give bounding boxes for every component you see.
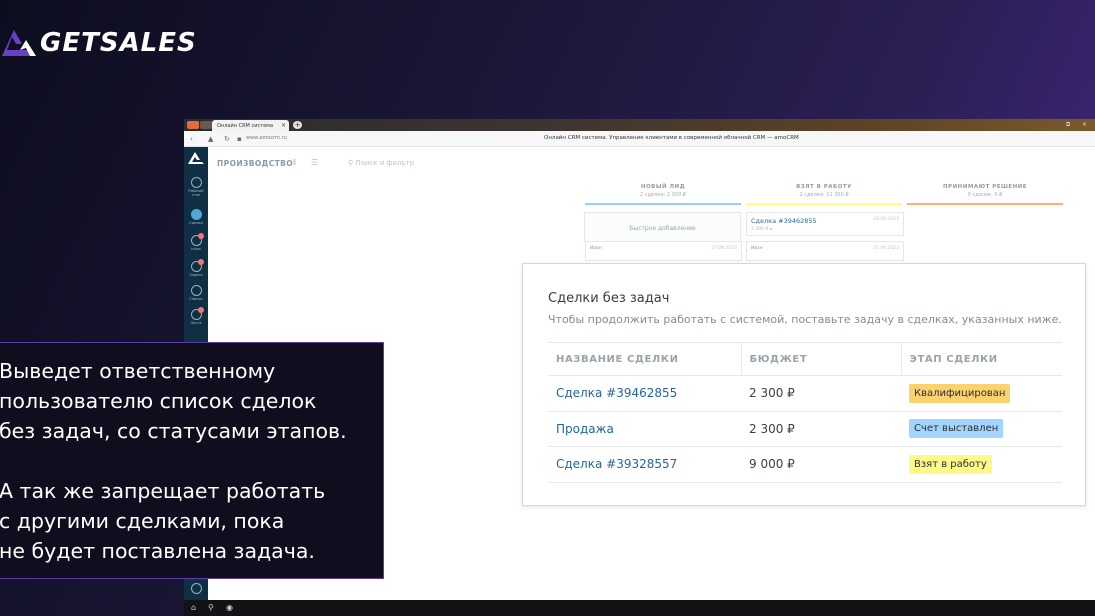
stage-badge: Взят в работу	[909, 454, 992, 474]
amocrm-logo-icon	[188, 152, 204, 164]
tab-close-icon[interactable]: ×	[281, 122, 286, 129]
table-header-row: НАЗВАНИЕ СДЕЛКИ БЮДЖЕТ ЭТАП СДЕЛКИ	[548, 342, 1062, 376]
table-row: Сделка #39328557 9 000 ₽ Взят в работу	[548, 446, 1062, 483]
notification-badge	[198, 233, 204, 239]
browser-tab-bar: Онлайн CRM система × + ⧉ ×	[184, 119, 1095, 131]
getsales-mark-icon	[2, 30, 36, 56]
restore-window-icon[interactable]: ⧉	[1066, 121, 1070, 129]
table-row: Продажа 2 300 ₽ Счет выставлен	[548, 411, 1062, 447]
deals-table: НАЗВАНИЕ СДЕЛКИ БЮДЖЕТ ЭТАП СДЕЛКИ Сделк…	[548, 342, 1062, 483]
reload-icon[interactable]: ↻	[224, 135, 230, 143]
list-view-icon[interactable]: ☰	[311, 158, 318, 167]
stage-color-bar	[907, 203, 1063, 205]
pipeline-header: ПРОИЗВОДСТВО ⫴ ☰ ⚲ Поиск и фильтр	[208, 147, 1095, 179]
site-icon: ▲	[208, 135, 214, 143]
deal-card-sum: 2 300 ₽ ◂	[751, 227, 772, 232]
pipeline-title[interactable]: ПРОИЗВОДСТВО	[217, 159, 293, 168]
deal-card-user: Иван	[590, 246, 602, 251]
stage-badge: Квалифицирован	[909, 383, 1011, 403]
browser-sidebar-icon[interactable]	[200, 121, 212, 129]
deals-icon	[190, 209, 202, 220]
kanban-view-icon[interactable]: ⫴	[293, 158, 296, 168]
deal-link[interactable]: Продажа	[556, 422, 614, 436]
support-icon	[190, 583, 202, 594]
getsales-logo: GETSALES	[0, 26, 197, 60]
deal-link[interactable]: Сделка #39328557	[556, 457, 677, 471]
notification-badge	[198, 259, 204, 265]
search-input[interactable]: ⚲ Поиск и фильтр	[348, 159, 414, 167]
sidebar-item-inbox[interactable]: Inbox	[184, 233, 208, 251]
notification-badge	[198, 307, 204, 313]
dashboard-icon	[190, 177, 202, 188]
column-header-stage: ЭТАП СДЕЛКИ	[901, 342, 1062, 376]
quick-add-button[interactable]: Быстрое добавление	[584, 212, 741, 242]
deal-budget: 2 300 ₽	[749, 386, 795, 401]
address-bar: ‹ ▲ ↻ ▪ www.amocrm.ru Онлайн CRM система…	[184, 131, 1095, 147]
deal-card-date: 27.09.2023	[711, 246, 737, 251]
page-title: Онлайн CRM система. Управление клиентами…	[544, 135, 799, 141]
callout-paragraph: Выведет ответственному пользователю спис…	[0, 359, 347, 443]
search-icon[interactable]: ⚲	[208, 603, 214, 612]
deal-card-date: 28.09.2023	[873, 217, 899, 222]
tab-title: Онлайн CRM система	[217, 123, 274, 129]
new-tab-button[interactable]: +	[293, 121, 302, 129]
deal-card[interactable]: Сделка #39462855 28.09.2023 2 300 ₽ ◂	[746, 212, 904, 236]
sidebar-item-tasks[interactable]: Задачи	[184, 259, 208, 277]
deal-budget: 9 000 ₽	[749, 457, 795, 472]
stage-color-bar	[746, 203, 902, 205]
deal-budget: 2 300 ₽	[749, 421, 795, 436]
table-row: Сделка #39462855 2 300 ₽ Квалифицирован	[548, 375, 1062, 412]
callout-paragraph: А так же запрещает работать с другими сд…	[0, 479, 326, 563]
deal-card[interactable]: Иван 27.09.2023	[585, 241, 742, 261]
browser-app-icon[interactable]: ◉	[226, 603, 233, 612]
deal-link[interactable]: Сделка #39462855	[556, 386, 677, 400]
sidebar-item-support[interactable]	[184, 583, 208, 594]
close-window-icon[interactable]: ×	[1082, 121, 1087, 128]
stage-badge: Счет выставлен	[909, 419, 1004, 439]
lock-icon: ▪	[237, 135, 242, 143]
back-icon[interactable]: ‹	[190, 135, 193, 143]
modal-description: Чтобы продолжить работать с системой, по…	[548, 313, 1062, 326]
feature-callout: Выведет ответственному пользователю спис…	[0, 342, 384, 579]
stage-column-new-lead: НОВЫЙ ЛИД 2 сделки: 2 300 ₽	[585, 184, 741, 205]
sidebar-item-deals[interactable]: Сделки	[184, 209, 208, 225]
os-taskbar: ⌂ ⚲ ◉	[184, 600, 1095, 616]
modal-title: Сделки без задач	[548, 291, 670, 306]
column-header-deal-name: НАЗВАНИЕ СДЕЛКИ	[548, 342, 742, 376]
sidebar-item-lists[interactable]: Списки	[184, 285, 208, 301]
column-header-budget: БЮДЖЕТ	[741, 342, 902, 376]
deals-without-tasks-modal: Сделки без задач Чтобы продолжить работа…	[522, 263, 1086, 506]
deal-card-title: Сделка #39462855	[751, 217, 817, 225]
start-icon[interactable]: ⌂	[191, 603, 196, 612]
url-field[interactable]: www.amocrm.ru	[246, 135, 287, 141]
deal-card[interactable]: Иван 27.09.2023	[746, 241, 904, 261]
sidebar-item-mail[interactable]: Почта	[184, 307, 208, 325]
lists-icon	[190, 285, 202, 296]
stage-column-decision: ПРИНИМАЮТ РЕШЕНИЕ 0 сделок: 0 ₽	[907, 184, 1063, 205]
deal-card-date: 27.09.2023	[873, 246, 899, 251]
stage-column-in-work: ВЗЯТ В РАБОТУ 2 сделки: 11 300 ₽	[746, 184, 902, 205]
stage-color-bar	[585, 203, 741, 205]
brand-name: GETSALES	[40, 28, 197, 58]
browser-menu-icon[interactable]	[187, 121, 199, 129]
sidebar-item-dashboard[interactable]: Рабочий стол	[184, 177, 208, 197]
browser-tab[interactable]: Онлайн CRM система ×	[212, 120, 289, 131]
deal-card-user: Иван	[751, 246, 763, 251]
